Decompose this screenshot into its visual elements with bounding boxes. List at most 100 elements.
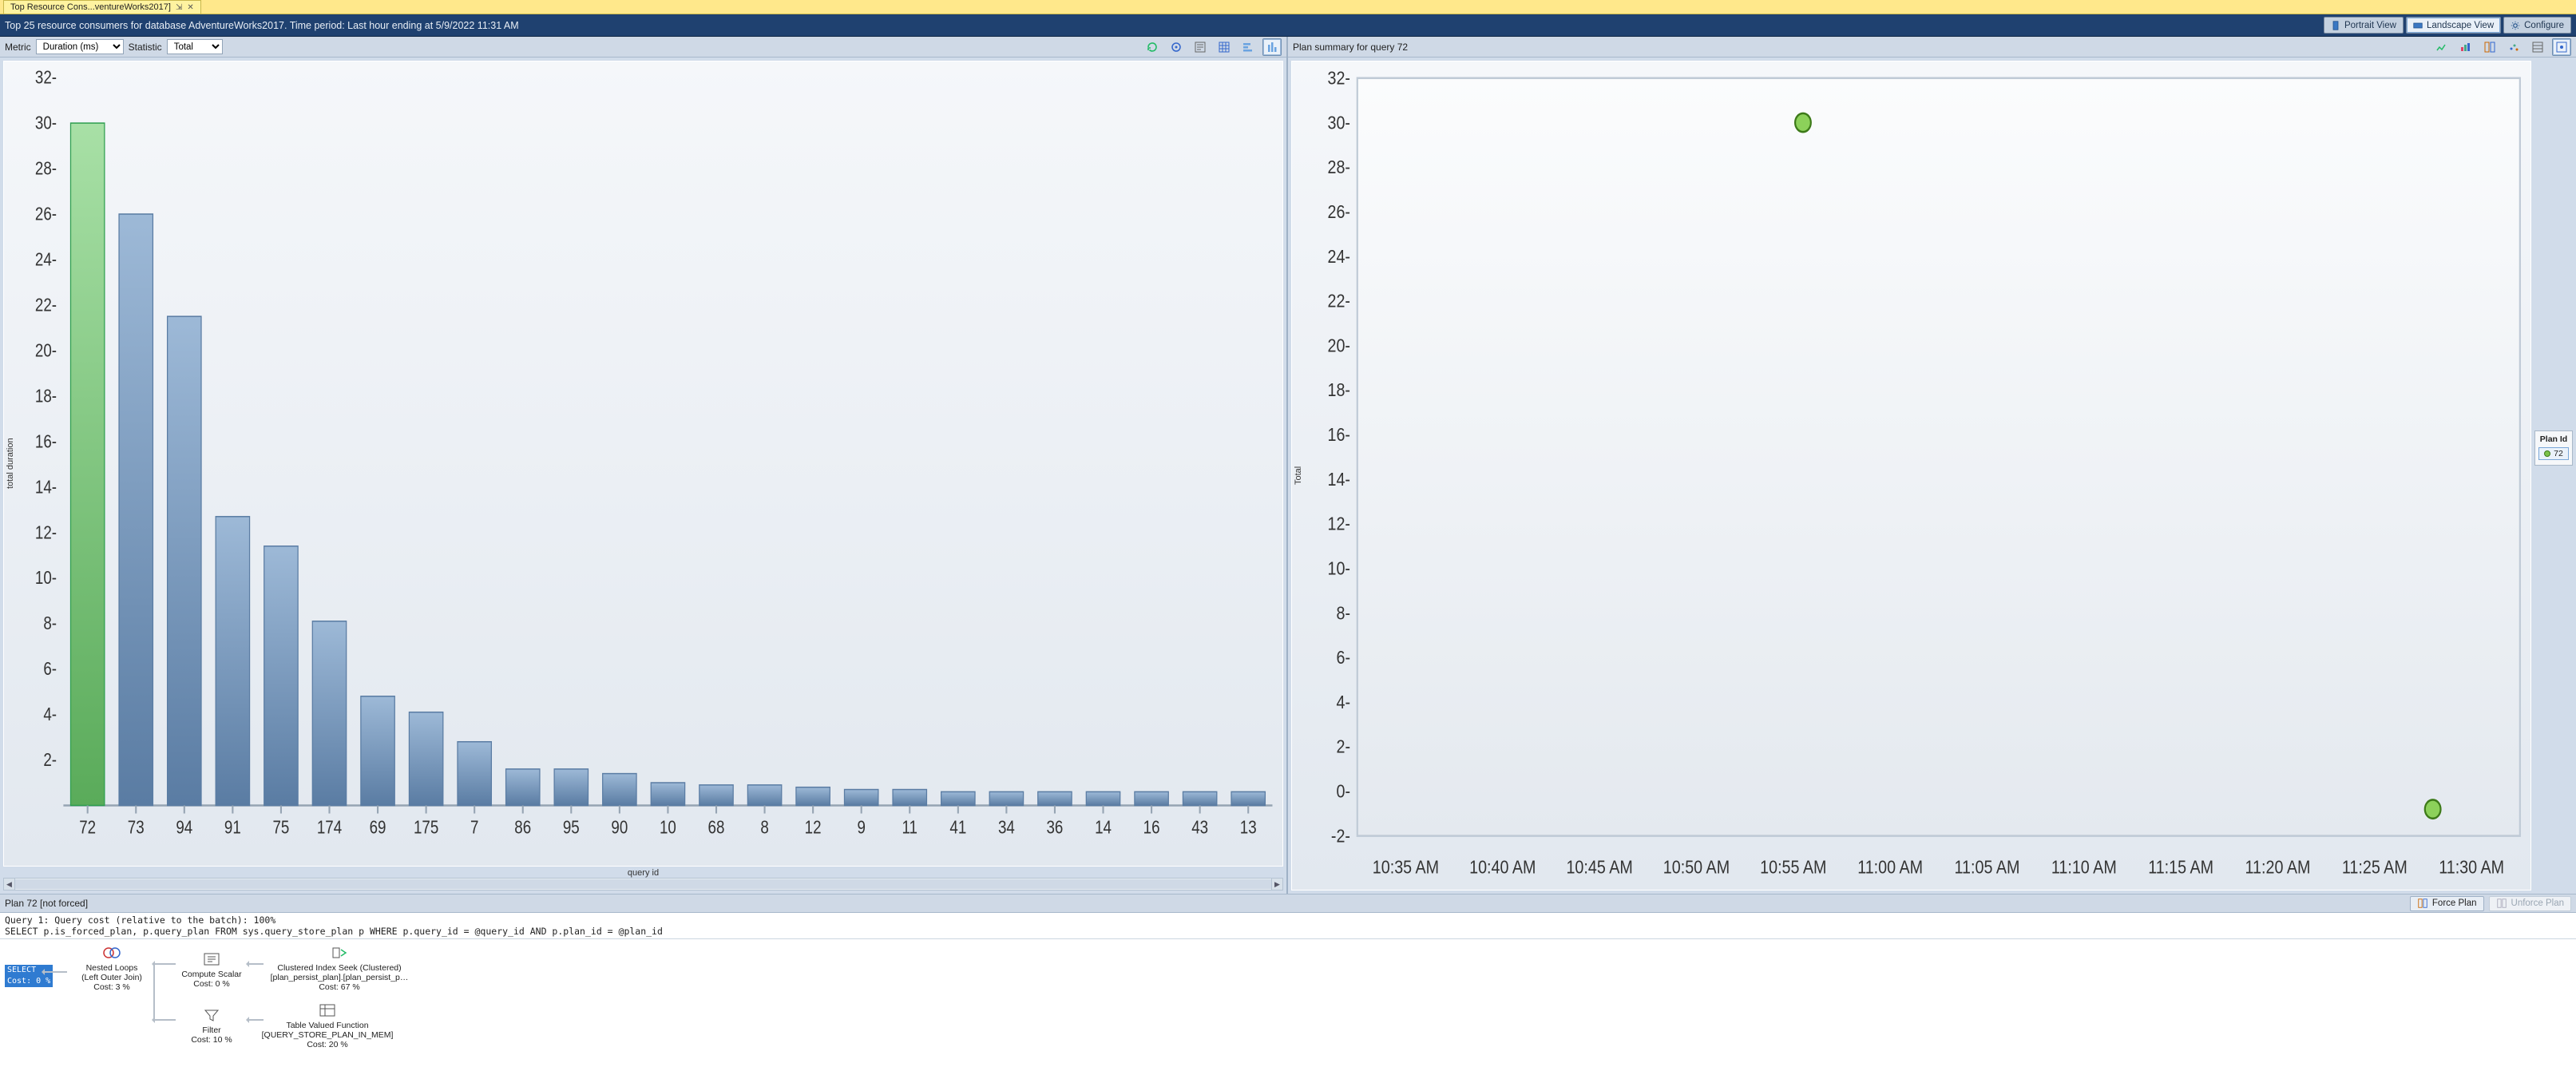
svg-text:9: 9 [857, 818, 865, 838]
legend-dot-icon [2544, 450, 2550, 457]
document-tab[interactable]: Top Resource Cons...ventureWorks2017] ⇲ … [3, 0, 201, 14]
plan-chart-type-4-icon[interactable] [2504, 38, 2523, 56]
svg-text:73: 73 [128, 818, 145, 838]
plan-summary-title: Plan summary for query 72 [1293, 42, 1408, 53]
grid-format-icon[interactable] [1215, 38, 1234, 56]
svg-text:10-: 10- [1328, 557, 1351, 579]
right-chart-toolbar: Plan summary for query 72 [1288, 37, 2576, 58]
scroll-left-icon[interactable]: ◀ [4, 879, 15, 890]
view-query-text-icon[interactable] [1191, 38, 1210, 56]
svg-text:11:00 AM: 11:00 AM [1857, 856, 1923, 878]
pin-icon[interactable]: ⇲ [176, 3, 182, 12]
svg-text:8-: 8- [1336, 602, 1350, 624]
legend-title: Plan Id [2538, 434, 2569, 444]
landscape-view-button[interactable]: Landscape View [2406, 17, 2501, 34]
scroll-thumb[interactable] [15, 879, 1271, 889]
plan-node-tvf[interactable]: Table Valued Function[QUERY_STORE_PLAN_I… [260, 1002, 395, 1049]
refresh-icon[interactable] [1143, 38, 1162, 56]
svg-text:14-: 14- [35, 478, 57, 498]
svg-text:16-: 16- [1328, 423, 1351, 445]
svg-text:95: 95 [563, 818, 580, 838]
plan-compare-icon[interactable] [2480, 38, 2499, 56]
svg-text:2-: 2- [43, 750, 57, 770]
scatter-chart[interactable]: -2-0-2-4-6-8-10-12-14-16-18-20-22-24-26-… [1305, 61, 2530, 890]
scatter-chart-area: Total -2-0-2-4-6-8-10-12-14-16-18-20-22-… [1291, 61, 2531, 891]
bar-chart[interactable]: 2-4-6-8-10-12-14-16-18-20-22-24-26-28-30… [17, 61, 1282, 866]
left-chart-toolbar: Metric Duration (ms) Statistic Total [0, 37, 1286, 58]
plan-legend: Plan Id 72 [2534, 430, 2573, 466]
svg-text:11:05 AM: 11:05 AM [1955, 856, 2020, 878]
unforce-plan-icon [2496, 898, 2507, 909]
plan-chart-type-1-icon[interactable] [2432, 38, 2451, 56]
gear-icon [2511, 21, 2520, 30]
svg-text:16-: 16- [35, 432, 57, 452]
plan-node-nested-loops[interactable]: Nested Loops(Left Outer Join) Cost: 3 % [64, 944, 160, 992]
svg-text:26-: 26- [35, 204, 57, 224]
svg-text:2-: 2- [1336, 736, 1350, 757]
plan-node-compute-scalar[interactable]: Compute Scalar Cost: 0 % [172, 950, 252, 989]
plan-chart-type-2-icon[interactable] [2456, 38, 2475, 56]
compute-scalar-icon [200, 950, 223, 968]
svg-text:20-: 20- [35, 341, 57, 361]
svg-text:12-: 12- [35, 523, 57, 543]
svg-text:68: 68 [708, 818, 725, 838]
vertical-chart-icon[interactable] [1262, 38, 1282, 56]
query-text: Query 1: Query cost (relative to the bat… [0, 913, 2576, 939]
tab-strip: Top Resource Cons...ventureWorks2017] ⇲ … [0, 0, 2576, 14]
svg-text:22-: 22- [35, 296, 57, 315]
svg-text:0-: 0- [1336, 780, 1350, 802]
svg-text:69: 69 [370, 818, 386, 838]
svg-text:10-: 10- [35, 569, 57, 589]
svg-text:12: 12 [805, 818, 822, 838]
svg-text:10:40 AM: 10:40 AM [1469, 856, 1536, 878]
svg-text:-2-: -2- [1331, 825, 1350, 847]
portrait-view-button[interactable]: Portrait View [2324, 17, 2404, 34]
svg-text:16: 16 [1143, 818, 1160, 838]
metric-label: Metric [5, 42, 31, 53]
force-plan-icon [2417, 898, 2428, 909]
svg-text:175: 175 [414, 818, 438, 838]
close-icon[interactable]: ✕ [187, 3, 193, 12]
svg-text:4-: 4- [1336, 691, 1350, 712]
tvf-icon [316, 1002, 339, 1019]
bar-chart-scrollbar[interactable]: ◀ ▶ [3, 878, 1283, 891]
svg-text:14-: 14- [1328, 468, 1351, 490]
execution-plan-canvas[interactable]: SELECT Cost: 0 % Nested Loops(Left Outer… [0, 939, 2576, 1075]
plan-node-select[interactable]: SELECT Cost: 0 % [5, 965, 53, 987]
svg-text:11:10 AM: 11:10 AM [2051, 856, 2117, 878]
plan-node-index-seek[interactable]: Clustered Index Seek (Clustered)[plan_pe… [260, 944, 419, 992]
svg-text:43: 43 [1191, 818, 1208, 838]
svg-text:75: 75 [272, 818, 289, 838]
metric-dropdown[interactable]: Duration (ms) [36, 39, 124, 54]
svg-text:13: 13 [1240, 818, 1257, 838]
plan-detail-icon[interactable] [2552, 38, 2571, 56]
portrait-icon [2331, 21, 2340, 30]
plan-grid-icon[interactable] [2528, 38, 2547, 56]
horizontal-chart-icon[interactable] [1238, 38, 1258, 56]
svg-text:11:25 AM: 11:25 AM [2342, 856, 2408, 878]
plan-node-filter[interactable]: Filter Cost: 10 % [172, 1006, 252, 1045]
svg-text:11: 11 [902, 818, 917, 838]
index-seek-icon [328, 944, 351, 962]
svg-text:20-: 20- [1328, 335, 1351, 356]
bar-chart-area: total duration 2-4-6-8-10-12-14-16-18-20… [3, 61, 1283, 867]
report-title: Top 25 resource consumers for database A… [5, 20, 519, 31]
svg-text:22-: 22- [1328, 290, 1351, 311]
tab-title: Top Resource Cons...ventureWorks2017] [10, 2, 171, 12]
svg-text:34: 34 [998, 818, 1015, 838]
svg-text:26-: 26- [1328, 200, 1351, 222]
legend-item-72[interactable]: 72 [2538, 447, 2569, 460]
svg-text:10:50 AM: 10:50 AM [1663, 856, 1730, 878]
track-query-icon[interactable] [1167, 38, 1186, 56]
force-plan-button[interactable]: Force Plan [2410, 896, 2484, 911]
statistic-label: Statistic [129, 42, 162, 53]
statistic-dropdown[interactable]: Total [167, 39, 223, 54]
scroll-right-icon[interactable]: ▶ [1271, 879, 1282, 890]
svg-text:18-: 18- [1328, 379, 1351, 401]
svg-text:86: 86 [514, 818, 531, 838]
svg-text:90: 90 [611, 818, 628, 838]
svg-text:11:15 AM: 11:15 AM [2148, 856, 2213, 878]
configure-button[interactable]: Configure [2503, 17, 2571, 34]
svg-text:6-: 6- [1336, 647, 1350, 668]
svg-text:32-: 32- [35, 68, 57, 88]
